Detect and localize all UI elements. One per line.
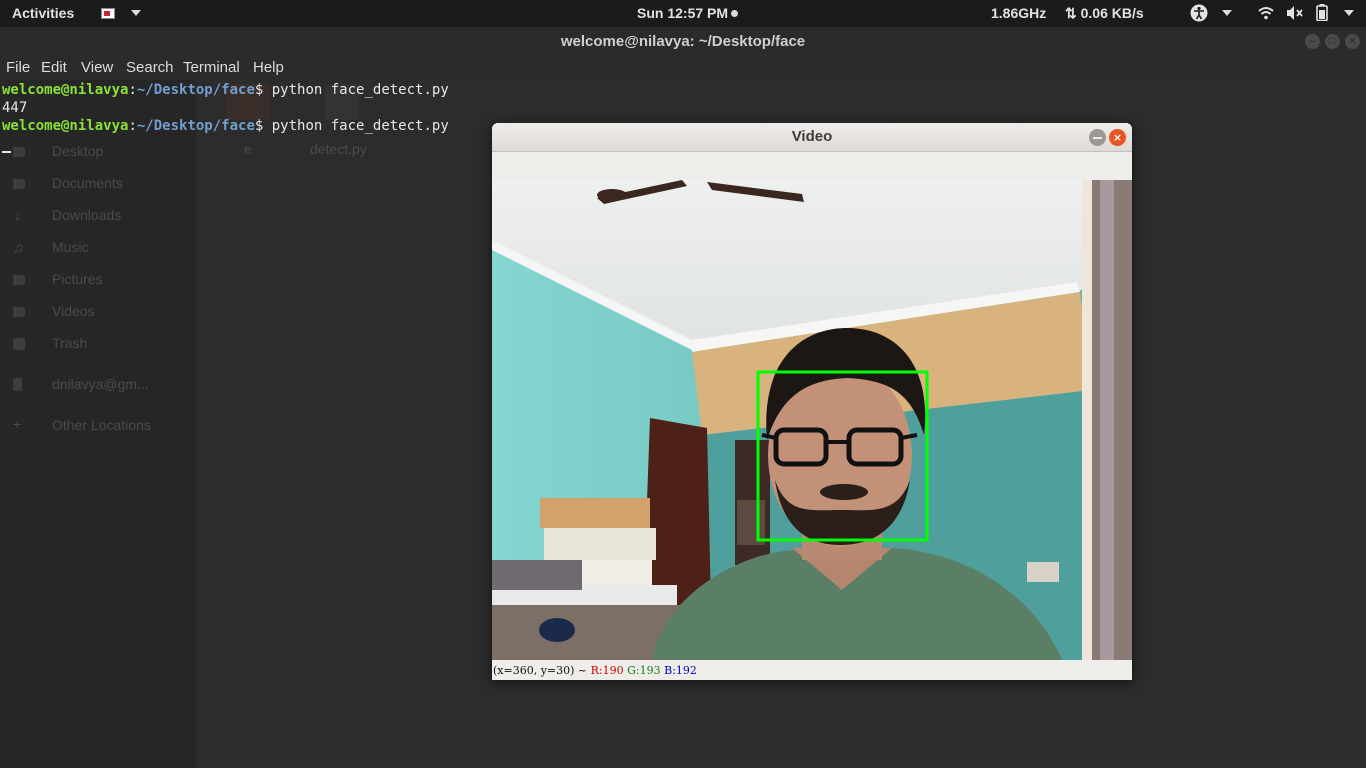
keyboard-layout-menu[interactable]: [101, 0, 141, 27]
green-value: G:193: [627, 664, 661, 677]
sidebar-item-music[interactable]: Music: [52, 239, 89, 255]
close-button[interactable]: ×: [1109, 129, 1126, 146]
menu-terminal[interactable]: Terminal: [183, 59, 240, 76]
minimize-icon: –: [1309, 36, 1316, 47]
terminal-line: welcome@nilavya:~/Desktop/face$ python f…: [2, 117, 449, 135]
prompt-separator: :: [128, 82, 137, 98]
close-icon: ×: [1349, 36, 1356, 47]
chevron-down-icon: [130, 10, 141, 16]
sidebar-item-videos[interactable]: Videos: [52, 303, 95, 319]
menu-file[interactable]: File: [6, 59, 30, 76]
clock-label: Sun 12:57 PM: [637, 5, 729, 21]
sidebar-item-other-locations[interactable]: Other Locations: [52, 417, 151, 433]
menu-help[interactable]: Help: [253, 59, 284, 76]
terminal-output: 447: [2, 100, 28, 116]
flag-icon: [101, 8, 115, 19]
system-menu[interactable]: [1258, 0, 1354, 27]
terminal-title: welcome@nilavya: ~/Desktop/face: [560, 33, 806, 50]
sidebar-item-documents[interactable]: Documents: [52, 175, 123, 191]
video-toolbar: [492, 152, 1132, 180]
chevron-down-icon: [1221, 10, 1232, 16]
accessibility-icon: [1190, 4, 1208, 22]
prompt-symbol: $: [254, 82, 272, 98]
sidebar-item-account[interactable]: dnilavya@gm...: [52, 376, 149, 392]
terminal-line: welcome@nilavya:~/Desktop/face$ python f…: [2, 81, 449, 99]
maximize-button[interactable]: □: [1325, 34, 1340, 49]
webcam-image: [492, 180, 1132, 660]
clock-menu[interactable]: Sun 12:57 PM: [637, 0, 739, 27]
sidebar-item-downloads[interactable]: Downloads: [52, 207, 121, 223]
video-title: Video: [791, 128, 833, 145]
menu-view[interactable]: View: [81, 59, 113, 76]
video-statusbar: (x=360, y=30) ~ R:190 G:193 B:192: [492, 660, 1132, 680]
file-label: e: [244, 141, 252, 157]
sidebar-item-trash[interactable]: Trash: [52, 335, 87, 351]
red-value: R:190: [590, 664, 624, 677]
close-button[interactable]: ×: [1345, 34, 1360, 49]
cpu-frequency: 1.86GHz: [991, 5, 1047, 21]
blue-value: B:192: [664, 664, 697, 677]
pixel-coordinates: (x=360, y=30) ~: [493, 664, 591, 677]
menu-edit[interactable]: Edit: [41, 59, 67, 76]
music-icon: ♫: [13, 239, 24, 255]
terminal-titlebar[interactable]: welcome@nilavya: ~/Desktop/face – □ ×: [0, 27, 1366, 56]
video-icon: [13, 307, 25, 317]
minimize-button[interactable]: –: [1305, 34, 1320, 49]
plus-icon: +: [13, 416, 22, 432]
close-icon: ×: [1112, 131, 1123, 144]
maximize-icon: □: [1329, 36, 1336, 47]
download-icon: ↓: [14, 207, 21, 223]
video-window[interactable]: Video × (x=360, y=30) ~ R:190 G:193 B:19…: [492, 123, 1132, 680]
top-panel: Activities Sun 12:57 PM 1.86GHz ⇅ 0.06 K…: [0, 0, 1366, 27]
chevron-down-icon: [1343, 10, 1354, 16]
wifi-icon: [1258, 7, 1274, 20]
folder-icon: [13, 147, 25, 157]
sidebar-item-desktop[interactable]: Desktop: [52, 143, 103, 159]
sidebar-item-pictures[interactable]: Pictures: [52, 271, 103, 287]
prompt-user: welcome@nilavya: [2, 82, 129, 98]
drive-icon: [13, 378, 22, 391]
prompt-symbol: $: [254, 118, 272, 134]
prompt-path: ~/Desktop/face: [136, 82, 255, 98]
menu-search[interactable]: Search: [126, 59, 174, 76]
network-speed: ⇅ 0.06 KB/s: [1065, 5, 1144, 21]
terminal-cursor: [2, 151, 11, 153]
prompt-user: welcome@nilavya: [2, 118, 129, 134]
volume-muted-icon: [1286, 6, 1303, 20]
command-text: python face_detect.py: [271, 118, 449, 134]
prompt-path: ~/Desktop/face: [136, 118, 255, 134]
notification-dot-icon: [731, 10, 739, 17]
trash-icon: [13, 338, 25, 350]
webcam-frame[interactable]: [492, 180, 1132, 660]
battery-icon: [1315, 4, 1328, 22]
command-text: python face_detect.py: [271, 82, 449, 98]
document-icon: [13, 179, 25, 189]
camera-icon: [13, 275, 25, 285]
accessibility-menu[interactable]: [1190, 0, 1232, 27]
file-label: detect.py: [310, 141, 367, 157]
terminal-menubar: File Edit View Search Terminal Help: [0, 56, 1366, 80]
prompt-separator: :: [128, 118, 137, 134]
activities-button[interactable]: Activities: [12, 0, 74, 27]
minimize-button[interactable]: [1089, 129, 1106, 146]
video-titlebar[interactable]: Video ×: [492, 123, 1132, 152]
